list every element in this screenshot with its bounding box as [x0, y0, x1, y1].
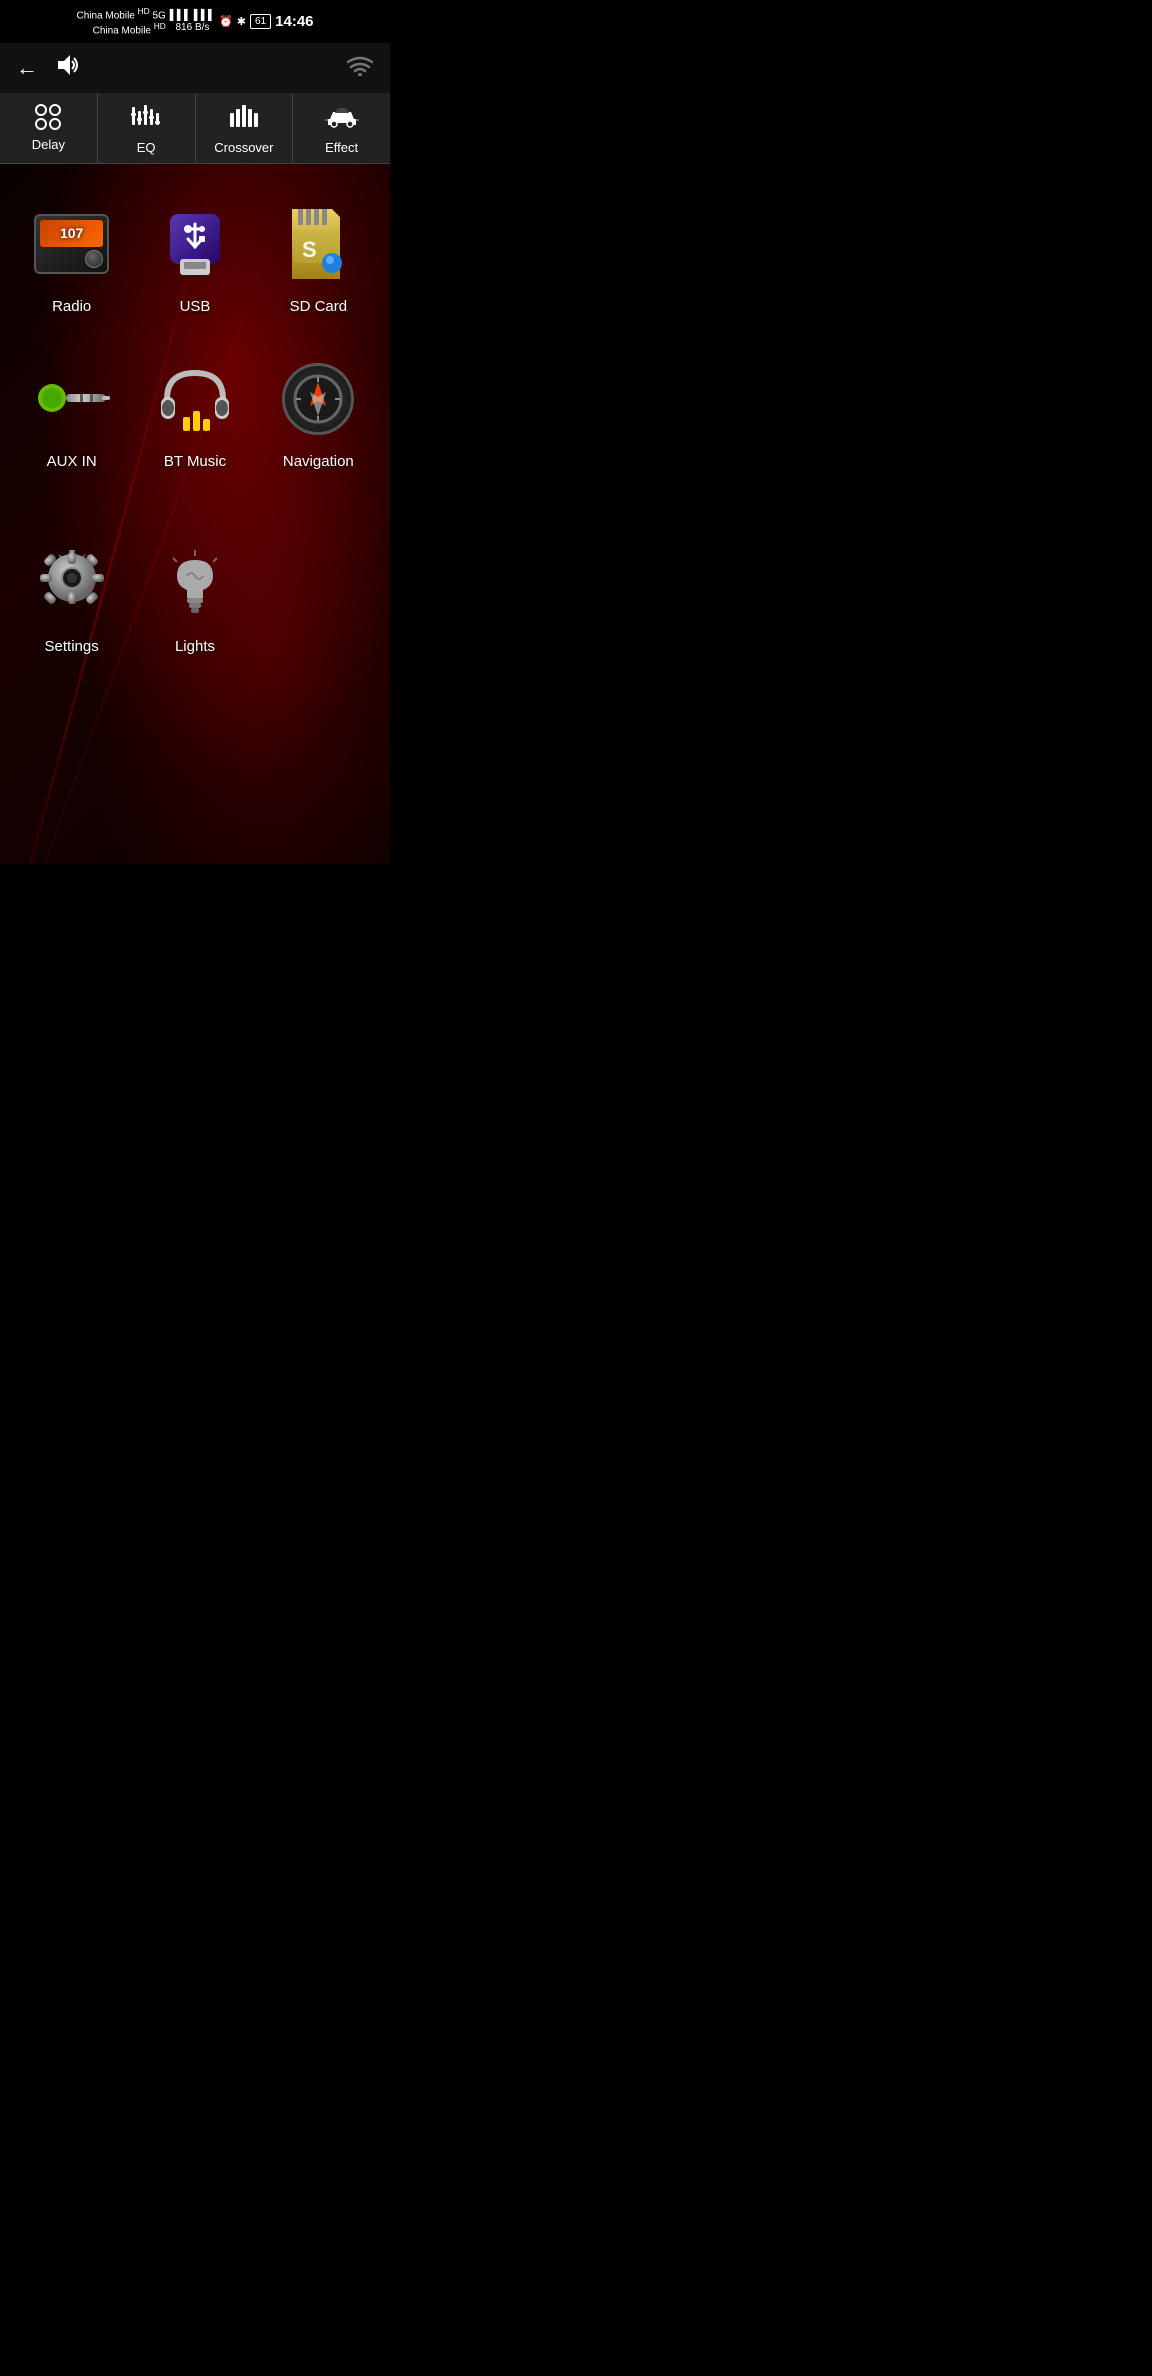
tab-effect[interactable]: Effect [293, 93, 390, 163]
signal-bars: ▌▌▌ ▌▌▌ [170, 10, 215, 21]
delay-icon [34, 103, 62, 131]
auxin-icon [32, 371, 112, 426]
lights-icon [167, 548, 223, 620]
carrier1-label: China Mobile HD 5G [76, 6, 165, 21]
effect-icon [325, 103, 359, 134]
tab-crossover-label: Crossover [214, 140, 273, 155]
auxin-label: AUX IN [47, 453, 97, 470]
wifi-icon [346, 54, 374, 82]
radio-label: Radio [52, 298, 91, 315]
alarm-icon: ⏰ [219, 15, 233, 28]
radio-screen: 107 [40, 220, 103, 247]
app-grid-bottom: Settings [0, 514, 390, 709]
navigation-label: Navigation [283, 453, 354, 470]
radio-icon-wrapper: 107 [32, 204, 112, 284]
app-lights[interactable]: Lights [133, 524, 256, 679]
tab-crossover[interactable]: Crossover [196, 93, 294, 163]
usb-icon [160, 209, 230, 279]
sdcard-icon: S [284, 209, 352, 279]
app-sdcard[interactable]: S SD Card [257, 184, 380, 339]
radio-icon: 107 [34, 214, 109, 274]
btmusic-icon-wrapper [155, 359, 235, 439]
tab-eq[interactable]: EQ [98, 93, 196, 163]
speaker-icon [52, 53, 80, 83]
app-btmusic[interactable]: BT Music [133, 339, 256, 494]
tab-delay[interactable]: Delay [0, 93, 98, 163]
top-nav: ← [0, 43, 390, 93]
tab-effect-label: Effect [325, 140, 358, 155]
usb-label: USB [180, 298, 211, 315]
bluetooth-icon: ✱ [237, 15, 246, 28]
btmusic-icon [157, 363, 233, 435]
radio-knob [85, 250, 103, 268]
svg-text:S: S [302, 237, 317, 262]
app-usb[interactable]: USB [133, 184, 256, 339]
clock: 14:46 [275, 13, 313, 30]
app-radio[interactable]: 107 Radio [10, 184, 133, 339]
app-auxin[interactable]: AUX IN [10, 339, 133, 494]
sdcard-label: SD Card [290, 298, 348, 315]
right-icons: ⏰ ✱ 61 14:46 [219, 13, 313, 30]
usb-icon-wrapper [155, 204, 235, 284]
network-speed: 816 B/s [175, 22, 209, 33]
navigation-icon [282, 363, 354, 435]
tab-bar: Delay EQ [0, 93, 390, 164]
settings-label: Settings [45, 638, 99, 655]
auxin-icon-wrapper [32, 359, 112, 439]
settings-icon-wrapper [32, 544, 112, 624]
sdcard-icon-wrapper: S [278, 204, 358, 284]
app-navigation[interactable]: Navigation [257, 339, 380, 494]
back-button[interactable]: ← [16, 55, 38, 81]
crossover-icon [228, 103, 260, 134]
btmusic-label: BT Music [164, 453, 226, 470]
lights-label: Lights [175, 638, 215, 655]
status-bar: China Mobile HD 5G China Mobile HD ▌▌▌ ▌… [0, 0, 390, 43]
eq-icon [131, 103, 161, 134]
settings-icon [36, 548, 108, 620]
carrier2-label: China Mobile HD [93, 21, 166, 36]
navigation-icon-wrapper [278, 359, 358, 439]
app-grid: 107 Radio [0, 164, 390, 514]
app-settings[interactable]: Settings [10, 524, 133, 679]
tab-delay-label: Delay [32, 137, 65, 152]
tab-eq-label: EQ [137, 140, 156, 155]
lights-icon-wrapper [155, 544, 235, 624]
main-area: 107 Radio [0, 164, 390, 864]
carrier-info: China Mobile HD 5G China Mobile HD [76, 6, 165, 37]
battery-icon: 61 [250, 14, 271, 29]
